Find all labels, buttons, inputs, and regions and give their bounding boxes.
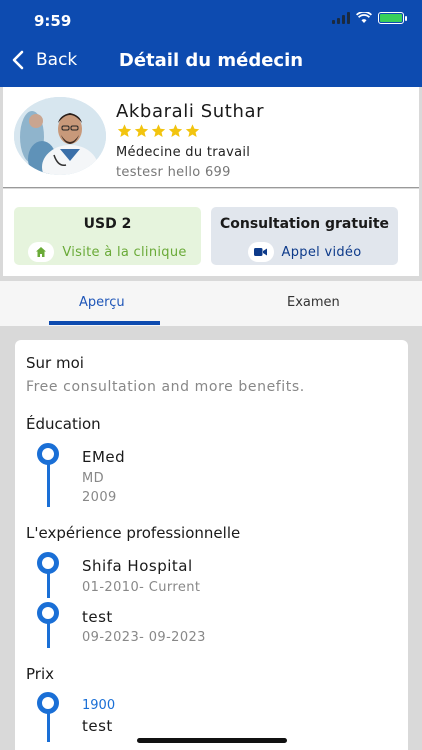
- tab-apercu[interactable]: Aperçu: [79, 295, 125, 310]
- page-title-text: Détail du médecin: [118, 50, 304, 71]
- video-call-label: Appel vidéo: [281, 244, 362, 260]
- star-icon: [134, 124, 149, 137]
- active-tab-indicator: [49, 321, 160, 325]
- video-camera-icon: [247, 242, 274, 262]
- rating-stars: [116, 123, 201, 139]
- clinic-visit-row: Visite à la clinique: [14, 242, 201, 262]
- tab-bar: Aperçu Examen: [0, 281, 422, 326]
- timeline-dot-icon: [37, 552, 59, 574]
- cellular-signal-icon: [332, 12, 350, 24]
- video-call-row: Appel vidéo: [211, 242, 398, 262]
- app-header: 9:59 Back Détail du médecin: [0, 0, 422, 87]
- clinic-visit-label: Visite à la clinique: [62, 244, 187, 260]
- experience-place: Shifa Hospital: [82, 557, 193, 575]
- wifi-icon: [356, 12, 372, 23]
- experience-period: 01-2010- Current: [82, 580, 201, 595]
- experience-place: test: [82, 608, 113, 626]
- about-heading: Sur moi: [26, 354, 84, 372]
- timeline-dot-icon: [37, 692, 59, 714]
- price-label: test: [82, 717, 113, 735]
- education-degree: MD: [82, 471, 105, 486]
- price-amount: 1900: [82, 698, 116, 713]
- status-icons: [332, 12, 407, 24]
- experience-period: 09-2023- 09-2023: [82, 630, 206, 645]
- education-year: 2009: [82, 490, 117, 505]
- video-price: Consultation gratuite: [219, 216, 390, 232]
- battery-icon: [378, 12, 407, 24]
- experience-heading: L'expérience professionnelle: [26, 524, 241, 542]
- star-icon: [185, 124, 200, 137]
- star-icon: [168, 124, 183, 137]
- education-school: EMed: [82, 448, 126, 466]
- overview-panel: Sur moi Free consultation and more benef…: [15, 340, 408, 750]
- consultation-options: USD 2 Visite à la clinique Consultation …: [3, 189, 419, 276]
- about-text: Free consultation and more benefits.: [26, 379, 305, 395]
- star-icon: [151, 124, 166, 137]
- clinic-visit-option[interactable]: USD 2 Visite à la clinique: [14, 207, 201, 265]
- status-time: 9:59: [34, 12, 72, 30]
- timeline-dot-icon: [37, 602, 59, 624]
- doctor-specialty: Médecine du travail: [116, 145, 251, 160]
- star-icon: [117, 124, 132, 137]
- doctor-avatar: [14, 97, 106, 175]
- video-call-option[interactable]: Consultation gratuite Appel vidéo: [211, 207, 398, 265]
- tab-examen[interactable]: Examen: [287, 295, 340, 310]
- home-icon: [28, 242, 55, 262]
- doctor-profile-card: Akbarali Suthar Médecine du travail test…: [3, 87, 419, 188]
- doctor-subline: testesr hello 699: [116, 165, 231, 180]
- price-heading: Prix: [26, 665, 54, 683]
- education-heading: Éducation: [26, 415, 101, 433]
- doctor-name: Akbarali Suthar: [116, 101, 265, 122]
- home-indicator[interactable]: [137, 738, 287, 743]
- clinic-price: USD 2: [83, 216, 132, 232]
- page-title: Détail du médecin: [0, 50, 422, 71]
- timeline-dot-icon: [37, 443, 59, 465]
